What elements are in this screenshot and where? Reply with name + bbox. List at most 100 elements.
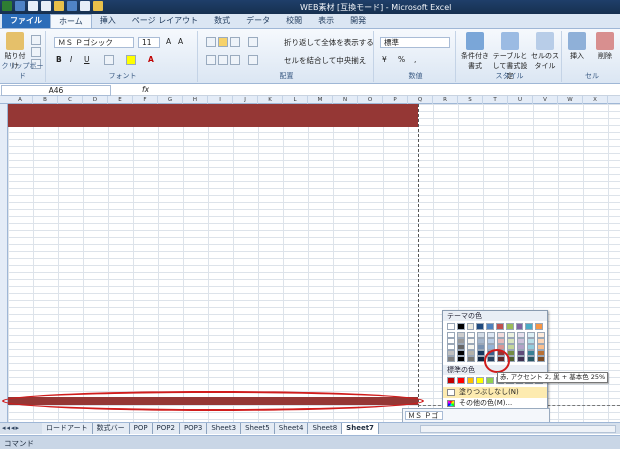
align-left-icon[interactable] bbox=[206, 55, 216, 65]
filled-row-band-top[interactable] bbox=[8, 104, 418, 127]
theme-color-swatch[interactable] bbox=[476, 323, 485, 330]
align-top-icon[interactable] bbox=[206, 37, 216, 47]
column-header[interactable]: T bbox=[483, 96, 508, 104]
standard-color-swatch[interactable] bbox=[447, 377, 455, 384]
tab-home[interactable]: ホーム bbox=[50, 14, 92, 28]
column-header[interactable]: G bbox=[158, 96, 183, 104]
bold-icon[interactable]: B bbox=[56, 55, 62, 64]
cut-icon[interactable] bbox=[31, 35, 41, 45]
shade-swatch[interactable] bbox=[467, 356, 475, 362]
tab-view[interactable]: 表示 bbox=[310, 14, 342, 28]
font-name-field[interactable]: ＭＳ Ｐゴシック bbox=[54, 37, 134, 48]
column-header[interactable]: K bbox=[258, 96, 283, 104]
sheet-tab[interactable]: POP3 bbox=[179, 423, 208, 434]
shade-swatch[interactable] bbox=[517, 356, 525, 362]
number-format-field[interactable]: 標準 bbox=[380, 37, 450, 48]
tab-insert[interactable]: 挿入 bbox=[92, 14, 124, 28]
tab-developer[interactable]: 開発 bbox=[342, 14, 374, 28]
font-size-field[interactable]: 11 bbox=[138, 37, 160, 48]
shade-swatch[interactable] bbox=[457, 356, 465, 362]
column-header[interactable]: C bbox=[58, 96, 83, 104]
column-header[interactable]: N bbox=[333, 96, 358, 104]
column-header[interactable]: F bbox=[133, 96, 158, 104]
column-header[interactable]: P bbox=[383, 96, 408, 104]
border-icon[interactable] bbox=[104, 55, 114, 65]
grow-font-icon[interactable]: A bbox=[166, 37, 171, 46]
merge-center-button[interactable]: セルを結合して中央揃え bbox=[284, 55, 366, 66]
standard-color-swatch[interactable] bbox=[466, 377, 475, 384]
column-header[interactable]: B bbox=[33, 96, 58, 104]
standard-color-swatch[interactable] bbox=[476, 377, 485, 384]
italic-icon[interactable]: I bbox=[70, 55, 72, 64]
tab-formulas[interactable]: 数式 bbox=[206, 14, 238, 28]
insert-cells-button[interactable]: 挿入 bbox=[564, 32, 590, 61]
column-header[interactable]: O bbox=[358, 96, 383, 104]
function-icon[interactable]: fx bbox=[142, 85, 149, 94]
sheet-tab[interactable]: Sheet5 bbox=[241, 423, 275, 434]
column-header[interactable]: M bbox=[308, 96, 333, 104]
sheet-tab[interactable]: 数式バー bbox=[92, 423, 130, 434]
column-header[interactable]: A bbox=[8, 96, 33, 104]
column-header[interactable]: U bbox=[508, 96, 533, 104]
horizontal-scrollbar[interactable] bbox=[420, 425, 616, 433]
comma-icon[interactable]: , bbox=[414, 55, 416, 64]
theme-color-swatch[interactable] bbox=[466, 323, 475, 330]
theme-color-swatch[interactable] bbox=[456, 323, 465, 330]
column-header[interactable]: S bbox=[458, 96, 483, 104]
theme-color-swatch[interactable] bbox=[486, 323, 494, 330]
column-header[interactable]: H bbox=[183, 96, 208, 104]
standard-color-swatch[interactable] bbox=[486, 377, 494, 384]
mini-font-field[interactable]: ＭＳ Ｐゴ bbox=[405, 411, 443, 420]
copy-icon[interactable] bbox=[31, 47, 41, 57]
theme-color-swatch[interactable] bbox=[505, 323, 514, 330]
theme-color-swatch[interactable] bbox=[495, 323, 504, 330]
column-header[interactable]: W bbox=[558, 96, 583, 104]
shrink-font-icon[interactable]: A bbox=[178, 37, 183, 46]
shade-swatch[interactable] bbox=[527, 356, 535, 362]
cell-styles-button[interactable]: セルのスタイル bbox=[530, 32, 560, 71]
tab-review[interactable]: 校閲 bbox=[278, 14, 310, 28]
sheet-tab[interactable]: POP2 bbox=[152, 423, 180, 434]
save-icon[interactable] bbox=[15, 1, 25, 11]
sheet-tab[interactable]: Sheet8 bbox=[308, 423, 343, 434]
delete-cells-button[interactable]: 削除 bbox=[592, 32, 618, 61]
font-color-icon[interactable]: A bbox=[148, 55, 154, 64]
shade-swatch[interactable] bbox=[447, 356, 455, 362]
column-header[interactable]: V bbox=[533, 96, 558, 104]
print-icon[interactable] bbox=[67, 1, 77, 11]
theme-color-swatch[interactable] bbox=[535, 323, 543, 330]
shade-swatch[interactable] bbox=[537, 356, 545, 362]
wrap-text-button[interactable]: 折り返して全体を表示する bbox=[284, 37, 374, 48]
percent-icon[interactable]: % bbox=[398, 55, 405, 64]
column-header[interactable]: E bbox=[108, 96, 133, 104]
orientation-icon[interactable] bbox=[248, 37, 258, 47]
column-header[interactable]: R bbox=[433, 96, 458, 104]
conditional-format-button[interactable]: 条件付き書式 bbox=[460, 32, 490, 71]
currency-icon[interactable]: ¥ bbox=[382, 55, 387, 64]
undo-icon[interactable] bbox=[28, 1, 38, 11]
column-header[interactable]: L bbox=[283, 96, 308, 104]
column-header[interactable]: D bbox=[83, 96, 108, 104]
sheet-tab[interactable]: Sheet7 bbox=[342, 423, 379, 434]
standard-color-swatch[interactable] bbox=[456, 377, 465, 384]
sheet-tab[interactable]: Sheet3 bbox=[207, 423, 242, 434]
no-fill-option[interactable]: 塗りつぶしなし(N) bbox=[443, 387, 547, 398]
format-icon[interactable] bbox=[54, 1, 64, 11]
sheet-nav-arrows[interactable]: ◂◂◂▸ bbox=[2, 424, 20, 432]
sheet-tab[interactable]: POP bbox=[129, 423, 153, 434]
sort-icon[interactable] bbox=[80, 1, 90, 11]
tab-data[interactable]: データ bbox=[238, 14, 278, 28]
column-header[interactable]: X bbox=[583, 96, 608, 104]
indent-icon[interactable] bbox=[248, 55, 258, 65]
tab-page-layout[interactable]: ページ レイアウト bbox=[124, 14, 206, 28]
sheet-tab[interactable]: ロードアート bbox=[42, 423, 93, 434]
sheet-tab[interactable]: Sheet4 bbox=[274, 423, 309, 434]
column-header[interactable]: Q bbox=[408, 96, 433, 104]
align-bottom-icon[interactable] bbox=[230, 37, 240, 47]
name-box[interactable]: A46 bbox=[1, 85, 111, 96]
theme-color-swatch[interactable] bbox=[525, 323, 534, 330]
theme-color-swatch[interactable] bbox=[447, 323, 455, 330]
fill-color-icon[interactable] bbox=[126, 55, 136, 65]
column-header[interactable]: J bbox=[233, 96, 258, 104]
align-middle-icon[interactable] bbox=[218, 37, 228, 47]
